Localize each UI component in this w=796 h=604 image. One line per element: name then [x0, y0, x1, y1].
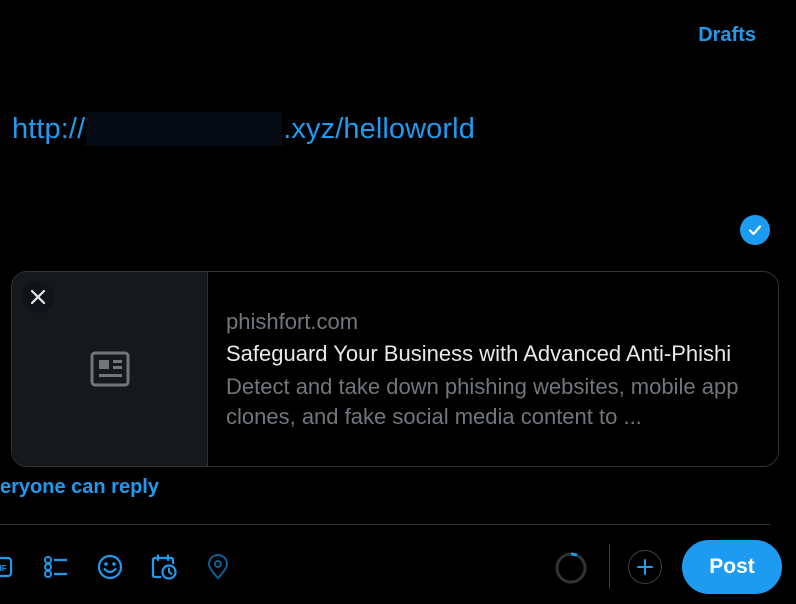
add-post-button[interactable]	[628, 550, 662, 584]
toolbar-separator	[609, 544, 610, 589]
svg-text:GIF: GIF	[0, 564, 7, 573]
card-thumbnail	[12, 272, 208, 466]
reply-setting-button[interactable]: eryone can reply	[0, 476, 159, 499]
divider	[0, 524, 770, 525]
check-icon	[740, 215, 770, 245]
gif-icon[interactable]: GIF	[0, 553, 14, 581]
compose-textarea[interactable]: http:// .xyz/helloworld	[12, 112, 475, 146]
drafts-button[interactable]: Drafts	[698, 24, 756, 47]
compose-dialog: Drafts http://.xyz/helloworld phishfort.…	[0, 0, 796, 604]
url-prefix: http://	[12, 113, 86, 145]
article-icon	[90, 351, 129, 387]
redacted-block	[86, 112, 283, 146]
schedule-icon[interactable]	[150, 553, 178, 581]
emoji-icon[interactable]	[96, 553, 124, 581]
link-preview-card[interactable]: phishfort.com Safeguard Your Business wi…	[11, 271, 779, 467]
character-count-ring	[555, 552, 587, 584]
plus-icon	[637, 559, 653, 575]
close-icon	[30, 289, 46, 305]
remove-card-button[interactable]	[22, 281, 54, 313]
location-icon[interactable]	[204, 553, 232, 581]
card-title: Safeguard Your Business with Advanced An…	[226, 341, 732, 366]
post-button[interactable]: Post	[682, 540, 782, 594]
card-domain: phishfort.com	[226, 309, 359, 334]
card-description: Detect and take down phishing websites, …	[226, 374, 739, 429]
poll-icon[interactable]	[42, 553, 70, 581]
card-body: phishfort.com Safeguard Your Business wi…	[208, 272, 778, 466]
url-suffix: .xyz/helloworld	[283, 113, 475, 145]
